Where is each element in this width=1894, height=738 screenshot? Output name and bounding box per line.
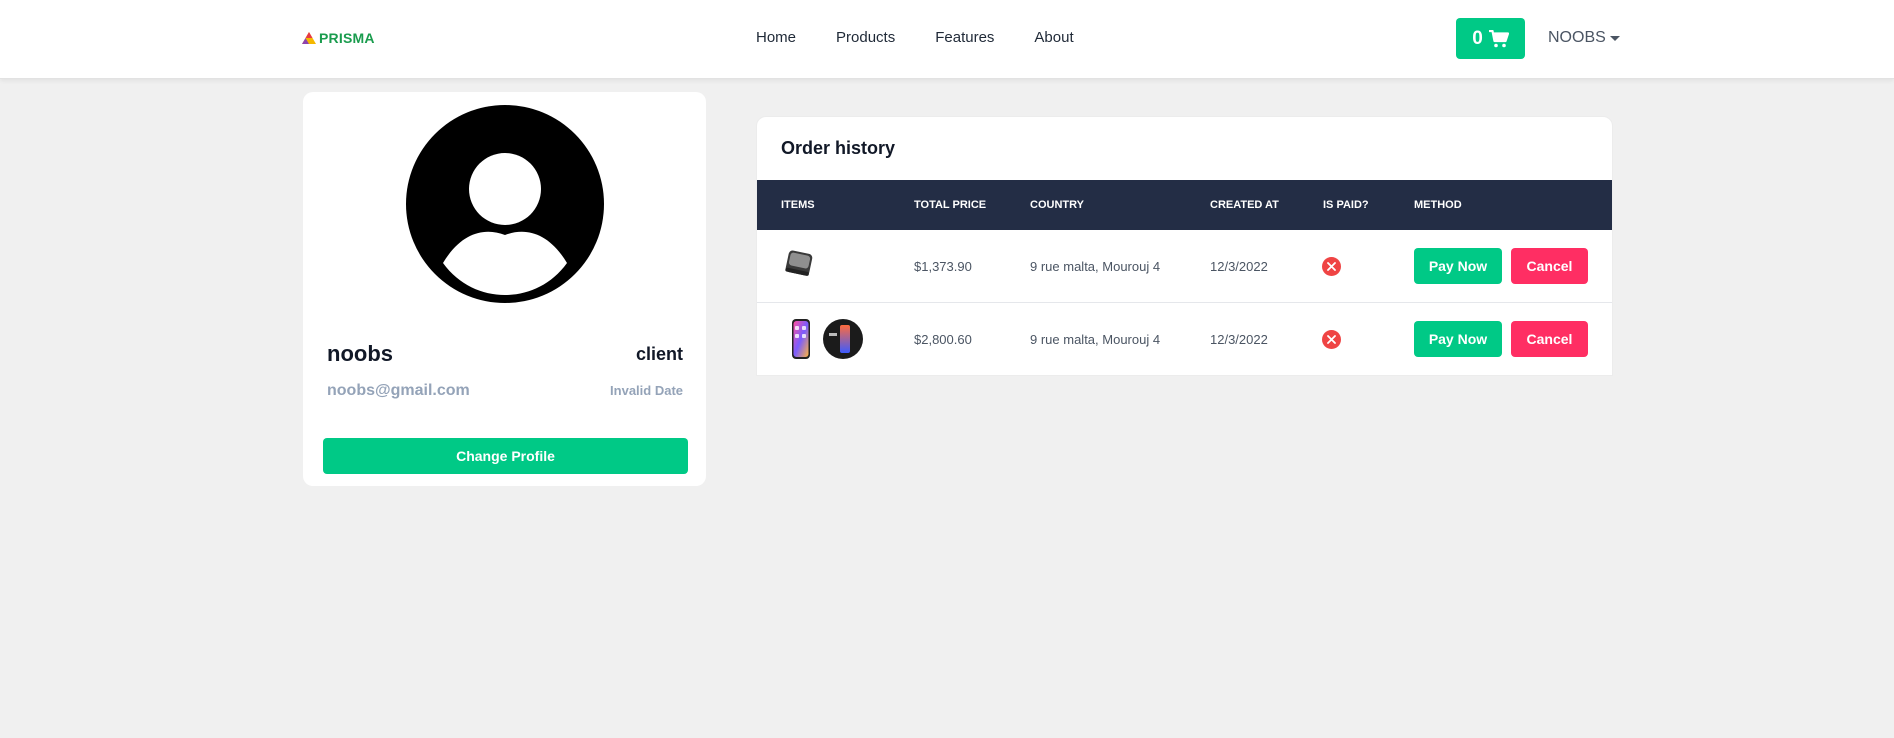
device-thumbnail-icon [785, 250, 813, 276]
order-history-title: Order history [781, 138, 896, 158]
pay-now-button[interactable]: Pay Now [1414, 321, 1502, 357]
column-header-is-paid: IS PAID? [1323, 199, 1369, 211]
order-total-price: $1,373.90 [914, 259, 972, 274]
cart-count: 0 [1472, 27, 1483, 49]
nav-links: Home Products Features About [756, 29, 1114, 46]
cancel-order-button[interactable]: Cancel [1511, 321, 1588, 357]
cancel-order-button[interactable]: Cancel [1511, 248, 1588, 284]
logo-text: PRISMA [319, 30, 375, 46]
column-header-items: ITEMS [781, 199, 815, 211]
logo[interactable]: PRISMA [302, 30, 375, 46]
user-menu-label: NOOBS [1548, 29, 1606, 46]
table-row: $2,800.60 9 rue malta, Mourouj 4 12/3/20… [757, 303, 1612, 375]
smartphone-thumbnail-icon [792, 319, 810, 359]
profile-role: client [635, 344, 683, 364]
column-header-country: COUNTRY [1030, 199, 1084, 211]
cart-icon [1488, 29, 1509, 47]
column-header-method: METHOD [1414, 199, 1462, 211]
table-header: ITEMS TOTAL PRICE COUNTRY CREATED AT IS … [757, 180, 1612, 230]
order-created-at: 12/3/2022 [1210, 259, 1268, 274]
navbar: PRISMA Home Products Features About 0 NO… [0, 0, 1894, 79]
column-header-created-at: CREATED AT [1210, 199, 1279, 211]
profile-email: noobs@gmail.com [327, 382, 470, 399]
user-menu[interactable]: NOOBS [1548, 29, 1620, 47]
nav-link-home[interactable]: Home [756, 29, 796, 46]
nav-link-features[interactable]: Features [935, 29, 994, 46]
order-country: 9 rue malta, Mourouj 4 [1030, 332, 1161, 347]
profile-card: noobs client noobs@gmail.com Invalid Dat… [303, 92, 706, 486]
phone-promo-thumbnail-icon [823, 319, 863, 359]
order-created-at: 12/3/2022 [1210, 332, 1268, 347]
chevron-down-icon [1609, 35, 1620, 41]
order-total-price: $2,800.60 [914, 332, 972, 347]
nav-link-about[interactable]: About [1034, 29, 1073, 46]
pay-now-button[interactable]: Pay Now [1414, 248, 1502, 284]
order-country: 9 rue malta, Mourouj 4 [1030, 259, 1161, 274]
unpaid-x-icon [1322, 257, 1341, 276]
change-profile-button[interactable]: Change Profile [323, 438, 688, 474]
cart-button[interactable]: 0 [1456, 18, 1525, 59]
column-header-total-price: TOTAL PRICE [914, 199, 987, 211]
prisma-logo-icon [302, 32, 316, 44]
table-row: $1,373.90 9 rue malta, Mourouj 4 12/3/20… [757, 230, 1612, 303]
profile-date: Invalid Date [610, 383, 683, 398]
order-history-card: Order history ITEMS TOTAL PRICE COUNTRY … [756, 116, 1613, 376]
nav-link-products[interactable]: Products [836, 29, 895, 46]
unpaid-x-icon [1322, 330, 1341, 349]
user-avatar-icon [406, 105, 604, 303]
profile-name: noobs [327, 341, 393, 366]
